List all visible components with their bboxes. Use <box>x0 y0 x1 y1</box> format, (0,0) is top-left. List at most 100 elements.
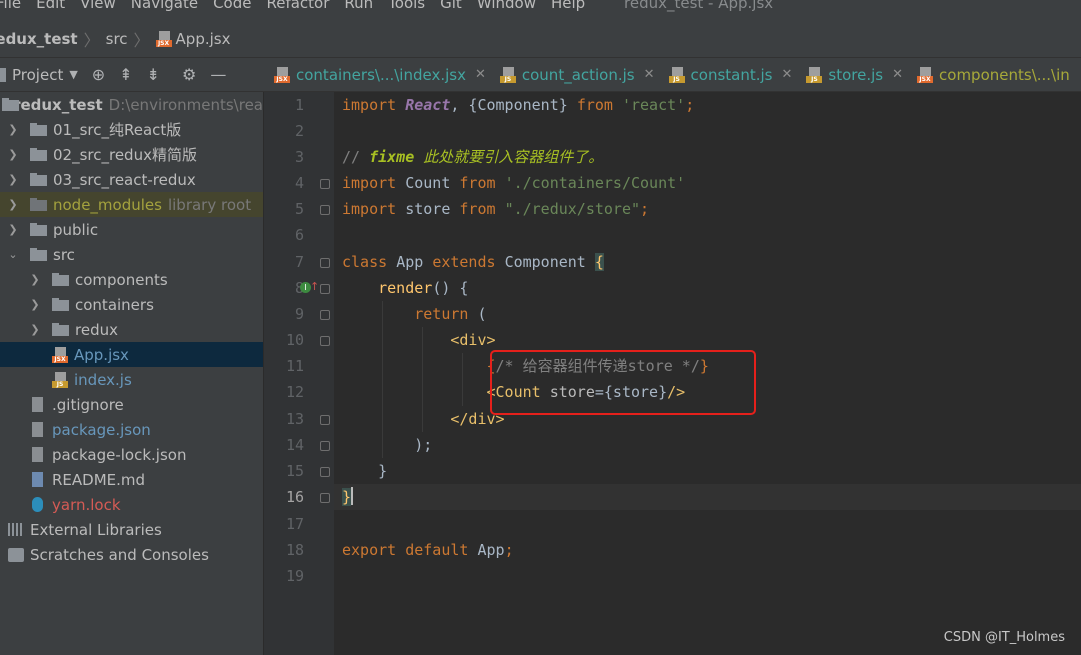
chevron-down-icon[interactable]: ▼ <box>69 68 77 81</box>
chevron-right-icon[interactable]: ❯ <box>28 298 42 311</box>
project-dropdown[interactable]: Project <box>12 66 63 84</box>
tree-item-components[interactable]: ❯ components <box>0 267 263 292</box>
tree-item-app-jsx[interactable]: JSX App.jsx <box>0 342 263 367</box>
tree-item-01-src[interactable]: ❯ 01_src_纯React版 <box>0 117 263 142</box>
jsx-file-icon: JSX <box>274 66 290 83</box>
collapse-all-icon[interactable]: ⇟ <box>147 65 160 84</box>
fold-marker-icon[interactable] <box>320 441 330 451</box>
fold-marker-icon[interactable] <box>320 493 330 503</box>
line-number: 19 <box>285 567 304 585</box>
tree-item-external-libraries[interactable]: External Libraries <box>0 517 263 542</box>
fold-marker-icon[interactable] <box>320 467 330 477</box>
ignore-file-icon <box>30 396 46 413</box>
tab-components-index[interactable]: JSX components\...\in <box>909 58 1076 91</box>
js-file-icon: JS <box>668 66 685 83</box>
menu-run[interactable]: Run <box>344 0 373 12</box>
project-tree: redux_test D:\environments\rea ❯ 01_src_… <box>0 92 263 655</box>
tree-item-label: 01_src_纯React版 <box>53 121 182 139</box>
tree-item-label: index.js <box>74 370 132 389</box>
tree-item-package-lock[interactable]: package-lock.json <box>0 442 263 467</box>
line-number: 6 <box>294 226 304 244</box>
fold-marker-icon[interactable] <box>320 415 330 425</box>
current-line-highlight <box>334 484 1081 510</box>
close-icon[interactable]: ✕ <box>892 67 903 82</box>
line-number: 12 <box>285 383 304 401</box>
tab-containers-index[interactable]: JSX containers\...\index.jsx ✕ <box>266 58 492 91</box>
arrow-up-icon[interactable]: ↑ <box>310 280 319 293</box>
chevron-right-icon[interactable]: ❯ <box>28 273 42 286</box>
tree-item-redux-test[interactable]: redux_test D:\environments\rea <box>0 92 263 117</box>
tree-item-scratches[interactable]: Scratches and Consoles <box>0 542 263 567</box>
menu-view[interactable]: View <box>80 0 116 12</box>
breadcrumb-file[interactable]: App.jsx <box>176 30 231 48</box>
breadcrumb: redux_test 〉 src 〉 JSX App.jsx <box>0 20 1081 58</box>
tree-item-02-src[interactable]: ❯ 02_src_redux精简版 <box>0 142 263 167</box>
chevron-right-icon[interactable]: ❯ <box>6 123 20 136</box>
tab-constant[interactable]: JS constant.js ✕ <box>661 58 799 91</box>
menu-git[interactable]: Git <box>440 0 462 12</box>
tree-item-index-js[interactable]: JS index.js <box>0 367 263 392</box>
project-panel-header: Project ▼ ⊕ ⇞ ⇟ ⚙ — <box>0 58 263 91</box>
menu-help[interactable]: Help <box>551 0 585 12</box>
tab-count-action[interactable]: JS count_action.js ✕ <box>492 58 661 91</box>
tree-item-redux[interactable]: ❯ redux <box>0 317 263 342</box>
tree-item-tag: library root <box>167 195 252 214</box>
tab-store[interactable]: JS store.js ✕ <box>798 58 909 91</box>
minimize-icon[interactable]: — <box>210 65 226 84</box>
fold-marker-icon[interactable] <box>320 336 330 346</box>
tree-item-03-src[interactable]: ❯ 03_src_react-redux <box>0 167 263 192</box>
chevron-right-icon[interactable]: ❯ <box>28 323 42 336</box>
chevron-down-icon[interactable]: ⌄ <box>6 248 20 261</box>
menu-tools[interactable]: Tools <box>388 0 425 12</box>
code-line-9: return ( <box>414 305 487 323</box>
fold-marker-icon[interactable] <box>320 284 330 294</box>
tree-item-node-modules[interactable]: ❯ node_modules library root <box>0 192 263 217</box>
menu-refactor[interactable]: Refactor <box>266 0 329 12</box>
chevron-right-icon[interactable]: ❯ <box>6 148 20 161</box>
breadcrumb-project[interactable]: redux_test <box>0 30 78 48</box>
tree-item-yarn-lock[interactable]: yarn.lock <box>0 492 263 517</box>
menu-edit[interactable]: Edit <box>36 0 65 12</box>
tree-item-gitignore[interactable]: .gitignore <box>0 392 263 417</box>
tree-item-readme[interactable]: README.md <box>0 467 263 492</box>
fold-marker-icon[interactable] <box>320 205 330 215</box>
locate-icon[interactable]: ⊕ <box>92 65 105 84</box>
tree-item-label: src <box>53 245 75 264</box>
close-icon[interactable]: ✕ <box>644 67 655 82</box>
window-title: redux_test - App.jsx <box>624 0 774 12</box>
gear-icon[interactable]: ⚙ <box>182 65 196 84</box>
close-icon[interactable]: ✕ <box>782 67 793 82</box>
chevron-right-icon[interactable]: ❯ <box>6 198 20 211</box>
fold-marker-icon[interactable] <box>320 179 330 189</box>
fold-marker-icon[interactable] <box>320 310 330 320</box>
tree-item-src[interactable]: ⌄ src <box>0 242 263 267</box>
folder-icon <box>30 223 47 236</box>
menu-navigate[interactable]: Navigate <box>131 0 198 12</box>
editor-gutter: 1 2 3 4 5 6 7 8 9 10 11 12 13 14 15 16 1… <box>264 92 334 655</box>
code-line-8: render() { <box>378 279 469 297</box>
tree-item-package-json[interactable]: package.json <box>0 417 263 442</box>
menu-file[interactable]: File <box>0 0 21 12</box>
fold-marker-icon[interactable] <box>320 258 330 268</box>
menu-code[interactable]: Code <box>213 0 251 12</box>
chevron-right-icon[interactable]: ❯ <box>6 223 20 236</box>
code-line-1: import React, {Component} from 'react'; <box>342 96 695 114</box>
line-number: 9 <box>294 305 304 323</box>
menu-window[interactable]: Window <box>477 0 536 12</box>
line-number: 16 <box>285 488 304 506</box>
tree-item-public[interactable]: ❯ public <box>0 217 263 242</box>
folder-icon <box>30 198 47 211</box>
folder-icon <box>52 273 69 286</box>
folder-icon <box>52 298 69 311</box>
tree-item-containers[interactable]: ❯ containers <box>0 292 263 317</box>
close-icon[interactable]: ✕ <box>475 67 486 82</box>
js-file-icon: JS <box>806 66 823 83</box>
js-file-icon: JS <box>52 371 68 388</box>
expand-all-icon[interactable]: ⇞ <box>119 65 132 84</box>
breadcrumb-src[interactable]: src <box>106 30 128 48</box>
tree-item-label: .gitignore <box>52 395 124 414</box>
chevron-right-icon[interactable]: ❯ <box>6 173 20 186</box>
tree-item-label: redux <box>75 320 118 339</box>
code-editor[interactable]: import React, {Component} from 'react'; … <box>334 92 1081 655</box>
folder-icon <box>30 148 47 161</box>
